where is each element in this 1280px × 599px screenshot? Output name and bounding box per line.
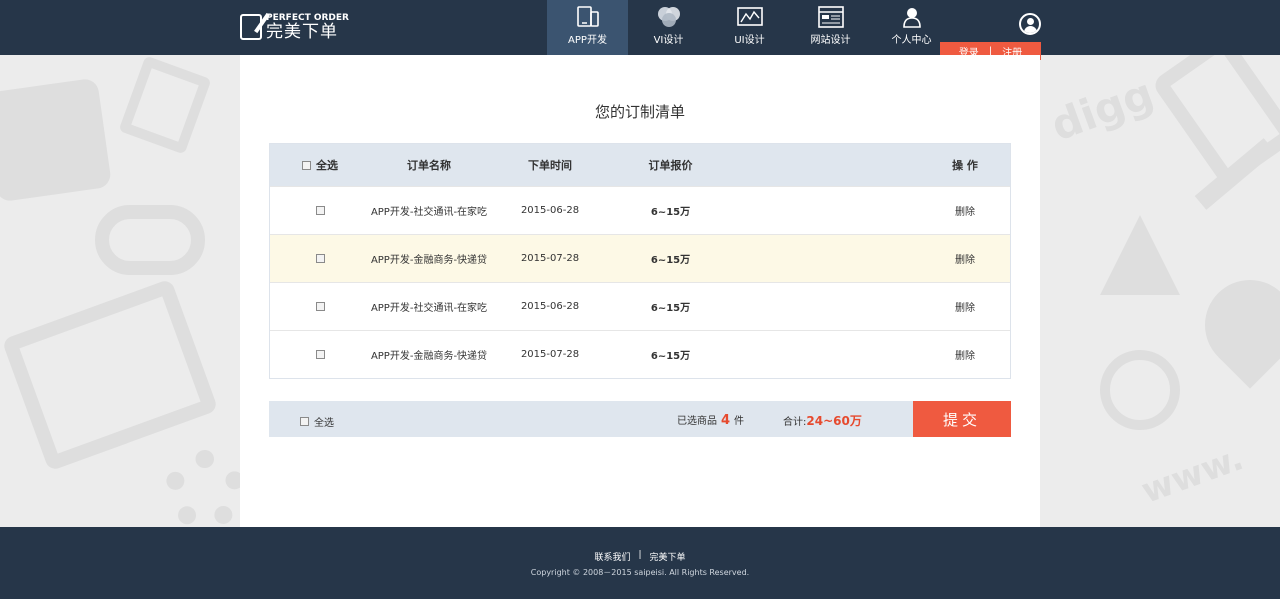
nav-label-personal: 个人中心	[891, 35, 932, 46]
linkedin-logo-decoration	[0, 77, 113, 203]
site-logo[interactable]: PERFECT ORDER 完美下单	[240, 12, 349, 42]
table-row: APP开发-社交通讯-在家吃 2015-06-28 6~15万 删除	[270, 282, 1010, 330]
selected-count-value: 4	[721, 413, 731, 428]
total-amount: 合计: 24~60万	[783, 412, 862, 429]
order-panel: 您的订制清单 全选 订单名称 下单时间 订单报价 操 作 APP开发-社交通讯-…	[240, 55, 1040, 527]
phone-decoration	[1150, 55, 1280, 190]
footer-contact-link[interactable]: 联系我们	[594, 550, 630, 563]
selected-unit: 件	[734, 416, 745, 427]
digg-logo-decoration: digg	[1044, 68, 1160, 151]
order-table: 全选 订单名称 下单时间 订单报价 操 作 APP开发-社交通讯-在家吃 201…	[269, 143, 1011, 379]
order-price: 6~15万	[650, 207, 691, 218]
summary-select-all[interactable]: 全选	[300, 414, 334, 429]
page-title: 您的订制清单	[594, 103, 685, 121]
person-icon	[899, 6, 925, 28]
tablet-decoration	[1, 278, 219, 472]
header-select-all[interactable]: 全选	[270, 157, 370, 173]
table-header: 全选 订单名称 下单时间 订单报价 操 作	[270, 144, 1010, 186]
nav-label-web: 网站设计	[810, 35, 851, 46]
nav-label-ui: UI设计	[734, 35, 765, 46]
column-header-time: 下单时间	[528, 159, 572, 172]
order-time: 2015-06-28	[520, 205, 580, 216]
delete-link[interactable]: 删除	[920, 299, 1010, 314]
row-checkbox[interactable]	[315, 302, 325, 311]
lastfm-logo-decoration	[95, 205, 205, 275]
background-decoration-right: digg www.	[1040, 55, 1280, 527]
submit-button[interactable]: 提交	[913, 401, 1011, 437]
table-row: APP开发-社交通讯-在家吃 2015-06-28 6~15万 删除	[270, 186, 1010, 234]
total-amount-value: 24~60万	[806, 414, 862, 428]
footer-separator: |	[638, 550, 642, 560]
total-label: 合计:	[783, 417, 807, 428]
main-nav: APP开发 VI设计 UI设计 网站设计 个人中心	[547, 0, 952, 55]
table-row: APP开发-金融商务-快递贷 2015-07-28 6~15万 删除	[270, 330, 1010, 378]
gear-decoration	[165, 450, 240, 527]
color-circles-icon	[656, 6, 682, 28]
select-all-label: 全选	[316, 159, 338, 172]
logo-pen-icon	[240, 14, 262, 40]
order-price: 6~15万	[650, 351, 691, 362]
column-header-price: 订单报价	[648, 159, 693, 172]
ui-chart-icon	[736, 6, 763, 28]
footer-links: 联系我们 | 完美下单	[0, 550, 1280, 563]
column-header-operation: 操 作	[952, 159, 978, 172]
avatar-body	[1024, 26, 1037, 33]
order-time: 2015-07-28	[520, 253, 580, 264]
row-checkbox[interactable]	[315, 254, 325, 263]
website-icon	[817, 6, 844, 28]
order-price: 6~15万	[650, 255, 691, 266]
avatar-head	[1027, 18, 1034, 25]
delete-link[interactable]: 删除	[920, 251, 1010, 266]
nav-item-vi[interactable]: VI设计	[628, 0, 709, 55]
html5-logo-decoration	[118, 55, 212, 155]
background-decoration	[0, 55, 240, 527]
delete-link[interactable]: 删除	[920, 203, 1010, 218]
summary-select-all-label: 全选	[314, 418, 334, 429]
footer-brand-link[interactable]: 完美下单	[650, 550, 686, 563]
order-name: APP开发-金融商务-快递贷	[370, 255, 488, 266]
nav-label-vi: VI设计	[653, 35, 684, 46]
column-header-name: 订单名称	[407, 159, 451, 172]
row-checkbox[interactable]	[315, 350, 325, 359]
order-time: 2015-06-28	[520, 301, 580, 312]
nav-item-app[interactable]: APP开发	[547, 0, 628, 55]
footer-copyright: Copyright © 2008－2015 saipeisi. All Righ…	[530, 568, 750, 577]
dribbble-decoration	[1100, 350, 1180, 430]
row-checkbox[interactable]	[315, 206, 325, 215]
nav-item-web[interactable]: 网站设计	[790, 0, 871, 55]
order-time: 2015-07-28	[520, 349, 580, 360]
logo-chinese: 完美下单	[266, 21, 338, 42]
top-navigation-bar: PERFECT ORDER 完美下单 APP开发 VI设计 UI设计 网站设计 …	[0, 0, 1280, 55]
nav-item-ui[interactable]: UI设计	[709, 0, 790, 55]
order-summary-bar: 全选 已选商品 4 件 合计: 24~60万 提交	[269, 401, 1011, 437]
triangle-decoration	[1100, 215, 1180, 295]
logo-text: PERFECT ORDER 完美下单	[266, 13, 349, 42]
order-name: APP开发-金融商务-快递贷	[370, 351, 488, 362]
order-name: APP开发-社交通讯-在家吃	[370, 303, 488, 314]
select-all-checkbox[interactable]	[302, 160, 311, 170]
mobile-app-icon	[575, 6, 601, 28]
page-footer: 联系我们 | 完美下单 Copyright © 2008－2015 saipei…	[0, 527, 1280, 599]
table-row: APP开发-金融商务-快递贷 2015-07-28 6~15万 删除	[270, 234, 1010, 282]
delete-link[interactable]: 删除	[920, 347, 1010, 362]
nav-label-app: APP开发	[568, 35, 607, 46]
map-pin-decoration	[1186, 261, 1280, 389]
order-price: 6~15万	[650, 303, 691, 314]
summary-select-all-checkbox[interactable]	[300, 417, 309, 426]
selected-count: 已选商品 4 件	[677, 412, 744, 428]
user-avatar-icon[interactable]	[1019, 13, 1041, 35]
order-name: APP开发-社交通讯-在家吃	[370, 207, 488, 218]
www-decoration: www.	[1136, 438, 1249, 512]
selected-prefix: 已选商品	[677, 416, 717, 427]
